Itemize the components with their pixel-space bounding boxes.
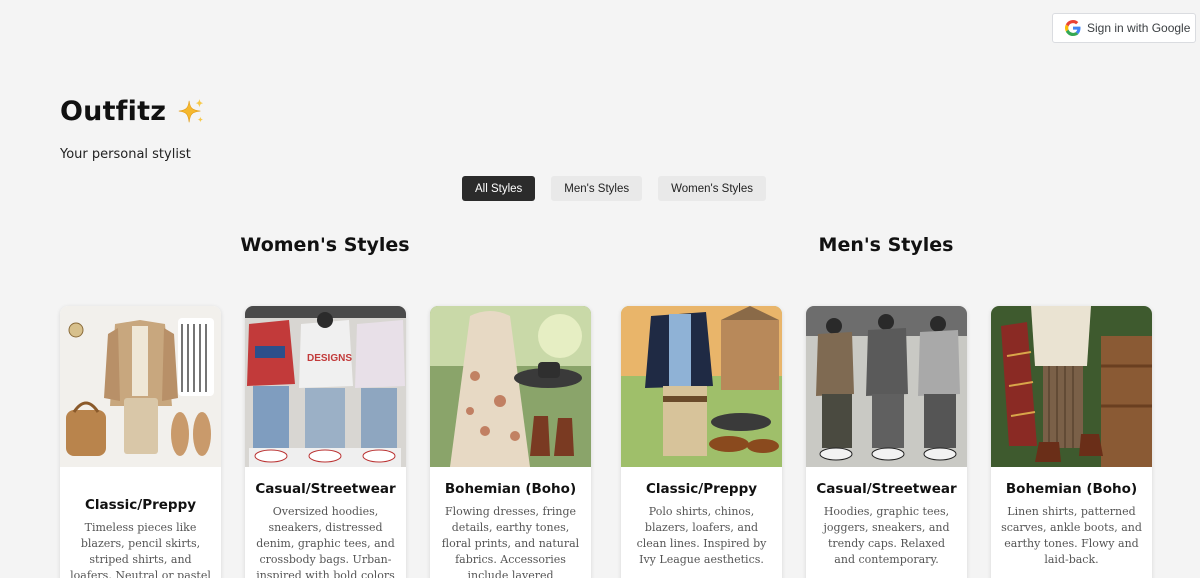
card-description: Flowing dresses, fringe details, earthy … (441, 505, 580, 578)
filter-all-styles[interactable]: All Styles (462, 176, 536, 201)
sparkles-icon (178, 98, 204, 122)
mens-casual-streetwear-image (806, 306, 967, 467)
style-card-men-casual-streetwear[interactable]: Casual/Streetwear Hoodies, graphic tees,… (806, 306, 967, 578)
svg-text:DESIGNS: DESIGNS (307, 353, 352, 364)
style-card-women-bohemian[interactable]: Bohemian (Boho) Flowing dresses, fringe … (430, 306, 591, 578)
mens-section-title: Men's Styles (818, 234, 954, 256)
style-card-men-bohemian[interactable]: Bohemian (Boho) Linen shirts, patterned … (991, 306, 1152, 578)
womens-classic-preppy-image (60, 306, 221, 467)
card-description: Polo shirts, chinos, blazers, loafers, a… (636, 505, 767, 566)
mens-bohemian-image (991, 306, 1152, 467)
brand-tagline: Your personal stylist (60, 147, 191, 162)
womens-casual-streetwear-image: DESIGNS (245, 306, 406, 467)
google-signin-label: Sign in with Google (1087, 21, 1191, 35)
card-description: Timeless pieces like blazers, pencil ski… (70, 521, 211, 578)
filter-womens-styles[interactable]: Women's Styles (658, 176, 766, 201)
card-title: Classic/Preppy (84, 497, 197, 513)
card-description: Oversized hoodies, sneakers, distressed … (256, 505, 395, 578)
style-filter-tabs: All Styles Men's Styles Women's Styles (462, 176, 766, 201)
card-title: Casual/Streetwear (816, 481, 957, 497)
page: Sign in with Google Outfitz Your persona… (0, 0, 1200, 578)
google-signin-button[interactable]: Sign in with Google (1052, 13, 1196, 43)
filter-mens-styles[interactable]: Men's Styles (551, 176, 643, 201)
google-g-icon (1065, 20, 1081, 36)
card-title: Casual/Streetwear (255, 481, 396, 497)
style-card-women-casual-streetwear[interactable]: DESIGNS Casual/Streetwear Oversized hood… (245, 306, 406, 578)
card-description: Hoodies, graphic tees, joggers, sneakers… (823, 505, 950, 566)
card-title: Bohemian (Boho) (1005, 481, 1138, 497)
mens-classic-preppy-image (621, 306, 782, 467)
style-card-women-classic-preppy[interactable]: Classic/Preppy Timeless pieces like blaz… (60, 306, 221, 578)
brand-title: Outfitz (60, 96, 167, 127)
brand: Outfitz (60, 96, 206, 127)
card-description: Linen shirts, patterned scarves, ankle b… (1001, 505, 1142, 566)
style-card-men-classic-preppy[interactable]: Classic/Preppy Polo shirts, chinos, blaz… (621, 306, 782, 578)
womens-bohemian-image (430, 306, 591, 467)
card-title: Bohemian (Boho) (444, 481, 577, 497)
card-title: Classic/Preppy (645, 481, 758, 497)
womens-section-title: Women's Styles (240, 234, 410, 256)
